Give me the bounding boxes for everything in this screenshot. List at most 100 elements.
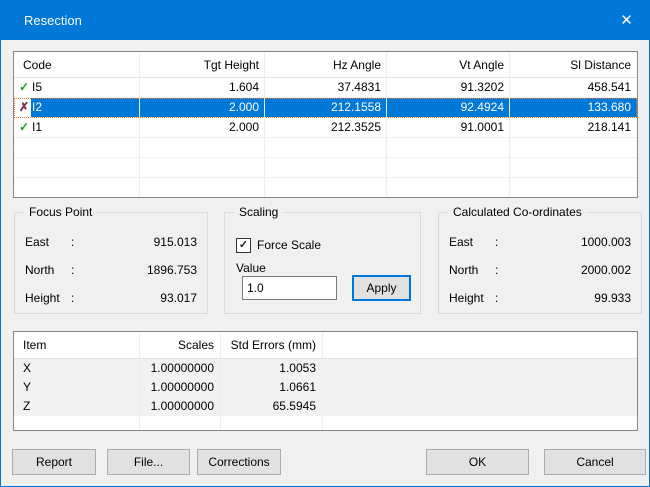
- height-value: 93.017: [160, 291, 197, 305]
- hz-angle-cell: 212.3525: [330, 120, 381, 134]
- column-header-code[interactable]: Code: [14, 58, 140, 72]
- status-accepted-icon: ✓: [18, 80, 30, 94]
- east-value: 915.013: [153, 235, 197, 249]
- north-label: North: [25, 263, 55, 277]
- sl-distance-cell: 458.541: [587, 80, 631, 94]
- empty-row: [14, 138, 637, 158]
- height-row: Height: 93.017: [25, 284, 197, 312]
- checkmark-icon: ✓: [238, 239, 249, 251]
- std-error-cell: 1.0053: [279, 361, 316, 375]
- scale-cell: 1.00000000: [150, 380, 214, 394]
- window-title: Resection: [24, 13, 82, 28]
- result-row-y[interactable]: Y 1.00000000 1.0661: [14, 378, 637, 397]
- status-accepted-icon: ✓: [18, 120, 30, 134]
- sl-distance-cell: 133.680: [510, 98, 637, 117]
- colon-separator: :: [495, 235, 499, 249]
- scaling-group-title: Scaling: [234, 205, 284, 219]
- filler-cell: [322, 359, 637, 378]
- column-header-std-errors-mm[interactable]: Std Errors (mm): [220, 338, 322, 352]
- item-cell: Z: [23, 399, 31, 413]
- results-table: Item Scales Std Errors (mm) X 1.00000000 1.0…: [13, 331, 638, 431]
- focus-point-group-title: Focus Point: [24, 205, 98, 219]
- height-value: 99.933: [594, 291, 631, 305]
- vt-angle-cell: 92.4924: [387, 98, 510, 117]
- status-rejected-icon: ✗: [18, 100, 30, 114]
- height-label: Height: [25, 291, 60, 305]
- north-value: 2000.002: [580, 263, 631, 277]
- code-cell: ✓ I5: [14, 78, 140, 97]
- calculated-coordinates-group-title: Calculated Co-ordinates: [448, 205, 587, 219]
- sl-distance-cell: 218.141: [587, 120, 631, 134]
- code-label: I1: [32, 120, 43, 134]
- scale-value-input[interactable]: [242, 276, 337, 300]
- colon-separator: :: [495, 263, 499, 277]
- close-icon: ✕: [620, 12, 633, 29]
- vt-angle-cell: 91.3202: [460, 80, 504, 94]
- code-label: I2: [31, 98, 140, 117]
- value-label: Value: [236, 261, 266, 275]
- force-scale-checkbox[interactable]: ✓: [236, 238, 251, 253]
- titlebar[interactable]: Resection ✕: [1, 1, 649, 40]
- code-cell: ✗ I2: [14, 98, 140, 117]
- file-button[interactable]: File...: [107, 449, 190, 475]
- results-body: X 1.00000000 1.0053 Y 1.00000000 1.0661 Z 1.000…: [14, 359, 637, 416]
- column-header-vt-angle[interactable]: Vt Angle: [387, 58, 510, 72]
- east-label: East: [25, 235, 50, 249]
- results-header: Item Scales Std Errors (mm): [14, 332, 637, 359]
- observations-body: ✓ I5 1.604 37.4831 91.3202 458.541 ✗ I2 2.000 212…: [14, 78, 637, 197]
- close-button[interactable]: ✕: [604, 1, 649, 40]
- tgt-height-cell: 1.604: [228, 80, 259, 94]
- result-row-z[interactable]: Z 1.00000000 65.5945: [14, 397, 637, 416]
- std-error-cell: 1.0661: [279, 380, 316, 394]
- east-value: 1000.003: [580, 235, 631, 249]
- north-row: North: 1896.753: [25, 256, 197, 284]
- colon-separator: :: [71, 263, 75, 277]
- observation-row-i5[interactable]: ✓ I5 1.604 37.4831 91.3202 458.541: [14, 78, 637, 98]
- observation-row-i2[interactable]: ✗ I2 2.000 212.1558 92.4924 133.680: [14, 98, 637, 118]
- item-cell: X: [23, 361, 32, 375]
- tgt-height-cell: 2.000: [228, 120, 259, 134]
- focus-point-group: Focus Point East: 915.013 North: 1896.753 He…: [14, 205, 208, 314]
- hz-angle-cell: 37.4831: [337, 80, 381, 94]
- column-header-sl-distance[interactable]: Sl Distance: [510, 58, 637, 72]
- north-value: 1896.753: [146, 263, 197, 277]
- north-row: North: 2000.002: [449, 256, 631, 284]
- vt-angle-cell: 91.0001: [460, 120, 504, 134]
- observations-header: Code Tgt Height Hz Angle Vt Angle Sl Distanc…: [14, 52, 637, 78]
- result-row-x[interactable]: X 1.00000000 1.0053: [14, 359, 637, 378]
- std-error-cell: 65.5945: [272, 399, 316, 413]
- column-header-scales[interactable]: Scales: [139, 338, 220, 352]
- east-row: East: 1000.003: [449, 228, 631, 256]
- filler-cell: [322, 397, 637, 416]
- corrections-button[interactable]: Corrections: [197, 449, 281, 475]
- observations-table: Code Tgt Height Hz Angle Vt Angle Sl Distanc…: [13, 51, 638, 198]
- height-row: Height: 99.933: [449, 284, 631, 312]
- empty-row: [14, 178, 637, 197]
- item-cell: Y: [23, 380, 32, 394]
- cancel-button[interactable]: Cancel: [544, 449, 646, 475]
- apply-button[interactable]: Apply: [352, 275, 411, 301]
- empty-row: [14, 158, 637, 178]
- column-header-item[interactable]: Item: [14, 338, 139, 352]
- ok-button[interactable]: OK: [426, 449, 529, 475]
- column-header-tgt-height[interactable]: Tgt Height: [140, 58, 265, 72]
- east-label: East: [449, 235, 474, 249]
- report-button[interactable]: Report: [12, 449, 96, 475]
- scale-cell: 1.00000000: [150, 361, 214, 375]
- column-header-hz-angle[interactable]: Hz Angle: [265, 58, 387, 72]
- code-label: I5: [32, 80, 43, 94]
- force-scale-label: Force Scale: [257, 238, 322, 252]
- filler-cell: [322, 378, 637, 397]
- resection-dialog: Resection ✕ Code Tgt Height Hz Angle Vt Ang…: [0, 0, 650, 487]
- colon-separator: :: [71, 291, 75, 305]
- tgt-height-cell: 2.000: [140, 98, 265, 117]
- height-label: Height: [449, 291, 484, 305]
- code-cell: ✓ I1: [14, 118, 140, 137]
- observation-row-i1[interactable]: ✓ I1 2.000 212.3525 91.0001 218.141: [14, 118, 637, 138]
- scaling-group: Scaling ✓ Force Scale Value Apply: [224, 205, 421, 314]
- colon-separator: :: [495, 291, 499, 305]
- east-row: East: 915.013: [25, 228, 197, 256]
- calculated-coordinates-group: Calculated Co-ordinates East: 1000.003 Nor…: [438, 205, 642, 314]
- north-label: North: [449, 263, 479, 277]
- scale-cell: 1.00000000: [150, 399, 214, 413]
